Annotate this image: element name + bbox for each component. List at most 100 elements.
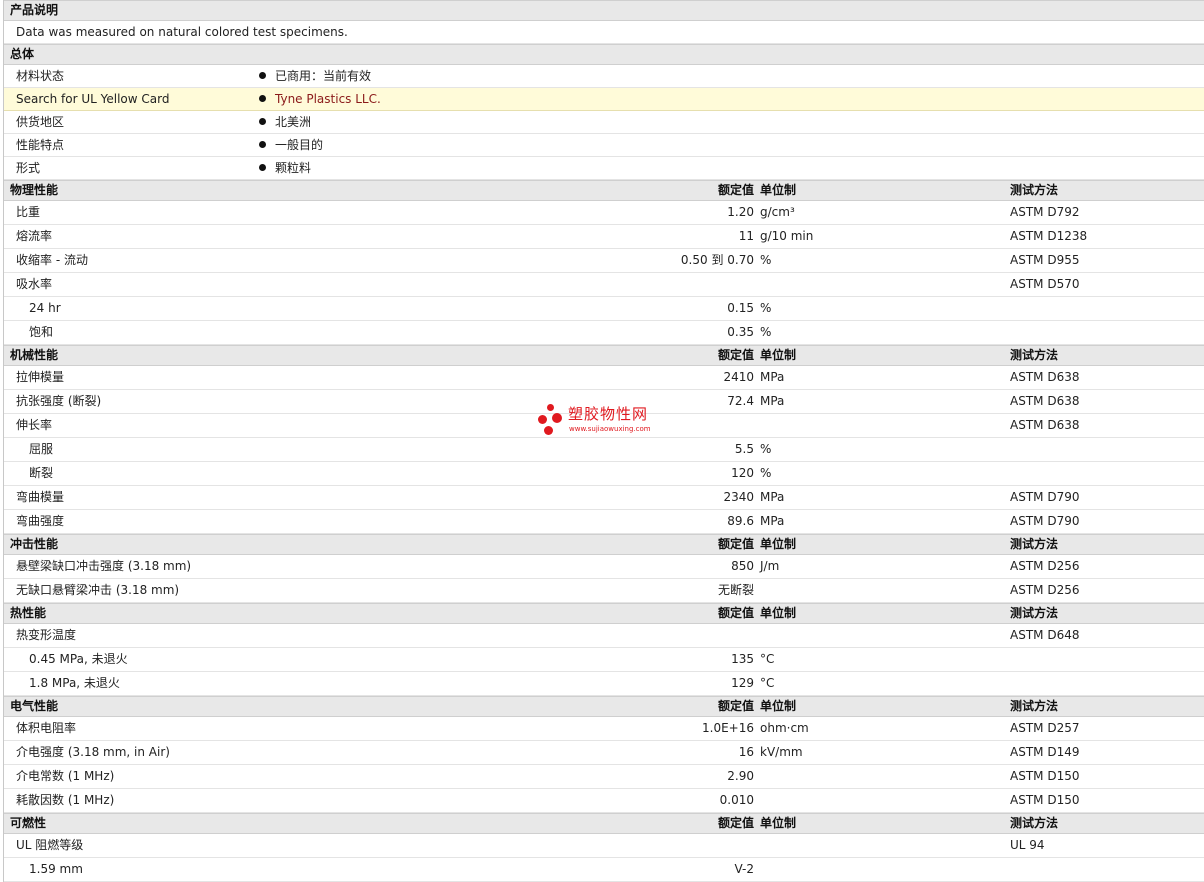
property-unit: ohm·cm	[760, 721, 809, 735]
property-value: 北美洲	[259, 111, 311, 133]
property-label: 吸水率	[16, 277, 53, 291]
property-row: 耗散因数 (1 MHz) 0.010 ASTM D150	[4, 789, 1204, 813]
property-row: 断裂 120%	[4, 462, 1204, 486]
property-unit: MPa	[760, 394, 785, 408]
property-label: 弯曲强度	[16, 514, 65, 528]
property-label: 24 hr	[29, 301, 61, 315]
property-row: 无缺口悬臂梁冲击 (3.18 mm) 无断裂 ASTM D256	[4, 579, 1204, 603]
property-unit: %	[760, 301, 772, 315]
section-header: 热性能 额定值 单位制 测试方法	[4, 603, 1204, 624]
test-method: ASTM D256	[1010, 583, 1080, 597]
property-value: 120	[731, 466, 754, 480]
header-method: 测试方法	[1010, 816, 1059, 830]
header-method: 测试方法	[1010, 699, 1059, 713]
bullet-icon	[259, 118, 266, 125]
property-label: 收缩率 - 流动	[16, 253, 88, 267]
test-method: ASTM D792	[1010, 205, 1080, 219]
property-value: 11	[738, 229, 754, 243]
property-value: V-2	[734, 862, 754, 876]
section-header: 物理性能 额定值 单位制 测试方法	[4, 180, 1204, 201]
property-value: 1.0E+16	[702, 721, 754, 735]
header-value: 额定值	[717, 699, 754, 713]
property-label: 性能特点	[16, 138, 65, 152]
property-value: 0.010	[719, 793, 754, 807]
header-unit: 单位制	[760, 537, 797, 551]
property-unit: g/cm³	[760, 205, 795, 219]
property-row: 吸水率 ASTM D570	[4, 273, 1204, 297]
property-value: 129	[731, 676, 754, 690]
property-unit: kV/mm	[760, 745, 803, 759]
supplier-link[interactable]: Tyne Plastics LLC.	[275, 92, 381, 106]
section-title: 产品说明	[10, 3, 59, 17]
test-method: ASTM D257	[1010, 721, 1080, 735]
property-row: 比重 1.20 g/cm³ ASTM D792	[4, 201, 1204, 225]
test-method: ASTM D648	[1010, 628, 1080, 642]
property-label: 弯曲模量	[16, 490, 65, 504]
property-label: 拉伸模量	[16, 370, 65, 384]
test-method: ASTM D790	[1010, 514, 1080, 528]
bullet-icon	[259, 164, 266, 171]
property-row: 悬壁梁缺口冲击强度 (3.18 mm) 850 J/m ASTM D256	[4, 555, 1204, 579]
property-value: 0.35	[727, 325, 754, 339]
property-row: 热变形温度 ASTM D648	[4, 624, 1204, 648]
property-label: 1.59 mm	[29, 862, 83, 876]
property-unit: J/m	[760, 559, 780, 573]
property-label: 供货地区	[16, 115, 65, 129]
test-method: ASTM D256	[1010, 559, 1080, 573]
header-method: 测试方法	[1010, 606, 1059, 620]
section-title: 电气性能	[10, 699, 59, 713]
property-unit: °C	[760, 676, 775, 690]
property-unit: MPa	[760, 370, 785, 384]
watermark-url: www.sujiaowuxing.com	[569, 425, 651, 433]
section-title: 机械性能	[10, 348, 59, 362]
property-unit: %	[760, 466, 772, 480]
header-method: 测试方法	[1010, 348, 1059, 362]
property-label: 熔流率	[16, 229, 53, 243]
property-row: 拉伸模量 2410 MPa ASTM D638	[4, 366, 1204, 390]
section-header: 电气性能 额定值 单位制 测试方法	[4, 696, 1204, 717]
test-method: UL 94	[1010, 838, 1045, 852]
property-label: 形式	[16, 161, 41, 175]
section-title: 热性能	[10, 606, 47, 620]
header-unit: 单位制	[760, 183, 797, 197]
description-text: Data was measured on natural colored tes…	[16, 25, 348, 39]
test-method: ASTM D570	[1010, 277, 1080, 291]
property-unit: MPa	[760, 490, 785, 504]
property-value: 2340	[723, 490, 754, 504]
property-unit: °C	[760, 652, 775, 666]
bullet-icon	[259, 141, 266, 148]
property-sections: 物理性能 额定值 单位制 测试方法 比重 1.20 g/cm³ ASTM D792 熔流率 11 g…	[4, 180, 1204, 882]
property-label: 断裂	[29, 466, 54, 480]
property-label: 饱和	[29, 325, 54, 339]
property-label: 屈服	[29, 442, 54, 456]
property-row: 24 hr 0.15%	[4, 297, 1204, 321]
section-header-description: 产品说明	[4, 0, 1204, 21]
test-method: ASTM D150	[1010, 793, 1080, 807]
property-value: 一般目的	[259, 134, 323, 156]
header-unit: 单位制	[760, 699, 797, 713]
header-value: 额定值	[717, 183, 754, 197]
property-value: 72.4	[727, 394, 754, 408]
general-row: 材料状态 已商用：当前有效	[4, 65, 1204, 88]
property-value: 已商用：当前有效	[259, 65, 371, 87]
general-row: 性能特点 一般目的	[4, 134, 1204, 157]
property-label: 0.45 MPa, 未退火	[29, 652, 128, 666]
watermark-name: 塑胶物性网	[568, 405, 649, 423]
property-label: 比重	[16, 205, 41, 219]
section-header: 可燃性 额定值 单位制 测试方法	[4, 813, 1204, 834]
property-value: 颗粒料	[259, 157, 311, 179]
property-row: 收缩率 - 流动 0.50 到 0.70% ASTM D955	[4, 249, 1204, 273]
property-value: 0.15	[727, 301, 754, 315]
property-row: 1.59 mm V-2	[4, 858, 1204, 882]
property-row: UL 阻燃等级 UL 94	[4, 834, 1204, 858]
test-method: ASTM D638	[1010, 418, 1080, 432]
property-row: 熔流率 11 g/10 min ASTM D1238	[4, 225, 1204, 249]
section-header-general: 总体	[4, 44, 1204, 65]
ul-yellow-card-label[interactable]: Search for UL Yellow Card	[16, 88, 169, 110]
header-unit: 单位制	[760, 816, 797, 830]
property-value: 89.6	[727, 514, 754, 528]
property-value: 2410	[723, 370, 754, 384]
header-method: 测试方法	[1010, 537, 1059, 551]
test-method: ASTM D790	[1010, 490, 1080, 504]
property-value: 16	[738, 745, 754, 759]
